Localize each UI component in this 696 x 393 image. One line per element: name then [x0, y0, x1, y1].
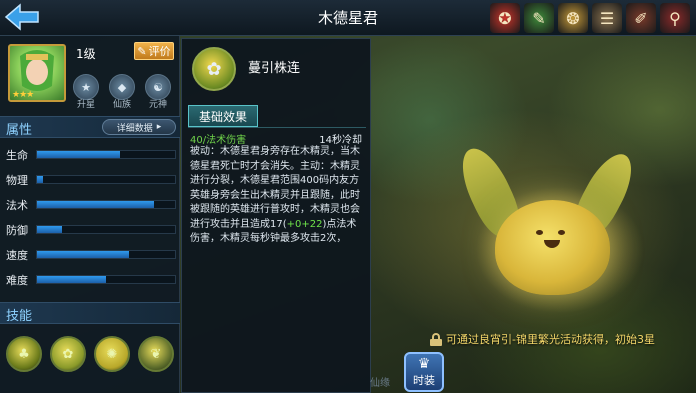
- skill-2-icon[interactable]: ✿: [50, 336, 86, 372]
- stat-bar: [36, 200, 176, 209]
- top-bar: 木德星君 ✪ ✎ ❂ ☰ ✐ ⚲: [0, 0, 696, 36]
- skill-detail-panel: ✿ 蔓引株连 基础效果 40/法术伤害 14秒冷却 被动：木德星君身旁存在木精灵…: [181, 38, 371, 393]
- coin-icon[interactable]: ❂: [558, 3, 588, 33]
- skill-cooldown: 14秒冷却: [319, 135, 362, 146]
- badge-label: 仙族: [112, 100, 131, 110]
- stat-label: 物理: [6, 174, 28, 187]
- lock-icon: [430, 332, 442, 346]
- tab-basic-effect[interactable]: 基础效果: [188, 105, 258, 127]
- rate-button-label: 评价: [148, 45, 171, 58]
- top-icon-group: ✪ ✎ ❂ ☰ ✐ ⚲: [490, 3, 690, 33]
- detail-data-label: 详细数据: [116, 123, 153, 134]
- hero-level: 1级: [76, 47, 96, 61]
- badge-label: 元神: [148, 100, 167, 110]
- obtain-hint: 可通过良宵引-锦里繁光活动获得，初始3星: [430, 331, 655, 347]
- stat-bar-fill: [37, 151, 120, 158]
- wood-spirit-face: [522, 222, 582, 256]
- selected-skill-icon: ✿: [192, 47, 236, 91]
- tab-fashion[interactable]: ♛ 时装: [404, 352, 444, 392]
- stat-row: 法术: [6, 197, 176, 212]
- stat-row: 防御: [6, 222, 176, 237]
- stat-label: 难度: [6, 274, 28, 287]
- hero-portrait[interactable]: ★★★: [8, 44, 66, 102]
- stat-row: 生命: [6, 147, 176, 162]
- rate-button[interactable]: ✎ 评价: [134, 42, 174, 60]
- stat-bar-fill: [37, 176, 43, 183]
- skills-title: 技能: [6, 309, 33, 324]
- damage-type: 40/法术伤害: [190, 135, 247, 146]
- quill-icon[interactable]: ✐: [626, 3, 656, 33]
- skill-icon-row: ♣ ✿ ✺ ❦: [6, 336, 174, 372]
- stat-bar: [36, 225, 176, 234]
- hero-badge[interactable]: ☯ 元神: [144, 74, 172, 110]
- tab-divider: [188, 127, 366, 128]
- edit-icon: ✎: [137, 44, 147, 58]
- hero-badge-group: ★ 升星 ◆ 仙族 ☯ 元神: [72, 74, 172, 110]
- stat-row: 难度: [6, 272, 176, 287]
- skills-header: 技能: [0, 302, 180, 324]
- stat-row: 速度: [6, 247, 176, 262]
- stat-label: 生命: [6, 149, 28, 162]
- detail-data-button[interactable]: 详细数据 ▸: [102, 119, 176, 135]
- stat-label: 速度: [6, 249, 28, 262]
- stat-label: 防御: [6, 224, 28, 237]
- stat-label: 法术: [6, 199, 28, 212]
- treasure-icon[interactable]: ✪: [490, 3, 520, 33]
- hero-info-panel: ★★★ 1级 ✎ 评价 ★ 升星 ◆ 仙族 ☯ 元神 属性 详细数据 ▸ 生命物理法术防御…: [0, 36, 180, 393]
- chevron-right-icon: ▸: [156, 122, 162, 132]
- skill-name: 蔓引株连: [248, 61, 301, 76]
- stat-bar: [36, 150, 176, 159]
- attributes-title: 属性: [6, 123, 33, 138]
- hero-star-rating: ★★★: [12, 90, 34, 100]
- skill-1-icon[interactable]: ♣: [6, 336, 42, 372]
- stat-bar-fill: [37, 201, 155, 208]
- skill-description: 被动：木德星君身旁存在木精灵，当木德星君死亡时才会消失。主动：木精灵进行分裂，木…: [190, 145, 366, 247]
- hero-badge[interactable]: ◆ 仙族: [108, 74, 136, 110]
- skill-3-icon[interactable]: ✺: [94, 336, 130, 372]
- stat-row: 物理: [6, 172, 176, 187]
- tab-xianyuan[interactable]: 仙缘: [370, 356, 398, 392]
- skill-description-highlight: +0+22: [286, 218, 323, 230]
- hero-badge[interactable]: ★ 升星: [72, 74, 100, 110]
- stat-bar-fill: [37, 276, 106, 283]
- stat-bar: [36, 275, 176, 284]
- fashion-icon: ♛: [417, 356, 431, 372]
- stat-bar-fill: [37, 226, 62, 233]
- stat-bar-fill: [37, 251, 130, 258]
- skill-description-text: 被动：木德星君身旁存在木精灵，当木德星君死亡时才会消失。主动：木精灵进行分裂，木…: [190, 146, 360, 230]
- skill-4-icon[interactable]: ❦: [138, 336, 174, 372]
- document-icon[interactable]: ☰: [592, 3, 622, 33]
- tab-fashion-label: 时装: [413, 374, 435, 387]
- bottom-tab-bar: 仙缘 ♛ 时装: [370, 352, 444, 392]
- obtain-hint-text: 可通过良宵引-锦里繁光活动获得，初始3星: [446, 333, 655, 346]
- scroll-icon[interactable]: ✎: [524, 3, 554, 33]
- stat-bar: [36, 250, 176, 259]
- stat-bar: [36, 175, 176, 184]
- attributes-header: 属性 详细数据 ▸: [0, 116, 180, 138]
- badge-label: 升星: [76, 100, 95, 110]
- search-book-icon[interactable]: ⚲: [660, 3, 690, 33]
